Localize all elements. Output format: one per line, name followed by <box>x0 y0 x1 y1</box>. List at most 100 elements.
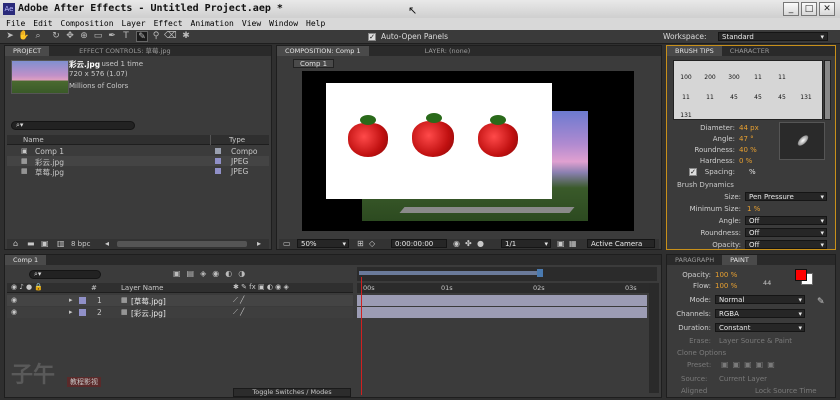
timeline-search-input[interactable]: ⌕▾ <box>29 270 101 279</box>
rotate-tool-icon[interactable]: ↻ <box>50 31 62 42</box>
layer-name[interactable]: [彩云.jpg] <box>131 308 166 319</box>
tab-effect-controls[interactable]: EFFECT CONTROLS: 草莓.jpg <box>49 46 179 56</box>
paint-flow-value[interactable]: 100 % <box>715 282 737 290</box>
camera-view-dropdown[interactable]: Active Camera <box>587 239 655 248</box>
composition-viewer[interactable] <box>302 71 634 231</box>
puppet-pin-tool-icon[interactable]: ✱ <box>180 31 192 42</box>
auto-open-panels-checkbox[interactable]: ✓ <box>368 33 376 41</box>
timeline-layer-row[interactable]: ◉ ▸ 2 ▦ [彩云.jpg] ⟋ ╱ <box>7 307 353 318</box>
brush-tip[interactable]: 300 <box>724 67 744 81</box>
brush-tip[interactable]: 100 <box>676 67 696 81</box>
video-visibility-icon[interactable]: ◉ <box>11 308 17 316</box>
grid-toggle-icon[interactable]: ⊞ <box>357 239 364 248</box>
comp-breadcrumb[interactable]: Comp 1 <box>293 59 335 68</box>
layer-switch-icons[interactable]: ⟋ ╱ <box>233 296 244 305</box>
expand-layer-icon[interactable]: ▸ <box>69 308 73 316</box>
toggle-switches-modes-button[interactable]: Toggle Switches / Modes <box>233 388 351 397</box>
tab-paragraph[interactable]: PARAGRAPH <box>667 255 722 265</box>
label-color-swatch[interactable] <box>215 148 221 154</box>
eraser-tool-icon[interactable]: ⌫ <box>164 31 177 42</box>
tab-layer[interactable]: LAYER: (none) <box>369 46 479 56</box>
resolution-dropdown[interactable]: 1/1 ▾ <box>501 239 551 248</box>
brush-tip[interactable]: 131 <box>676 105 696 119</box>
mask-visibility-icon[interactable]: ◇ <box>369 239 375 248</box>
tab-project[interactable]: PROJECT <box>5 46 50 56</box>
close-button[interactable]: ✕ <box>819 2 835 16</box>
timeline-vertical-scrollbar[interactable] <box>649 283 659 393</box>
brush-tip[interactable]: 131 <box>796 87 816 101</box>
brush-tip[interactable]: 45 <box>772 87 792 101</box>
menu-layer[interactable]: Layer <box>122 18 146 30</box>
mode-dropdown[interactable]: Normal ▾ <box>715 295 805 304</box>
dynamics-angle-dropdown[interactable]: Off ▾ <box>745 216 827 225</box>
project-item-row[interactable]: ▦ 彩云.jpg JPEG <box>7 156 269 167</box>
foreground-color-swatch[interactable] <box>795 269 807 281</box>
interpret-footage-icon[interactable]: ⌂ <box>13 239 18 248</box>
brush-tip[interactable]: 200 <box>700 67 720 81</box>
menu-edit[interactable]: Edit <box>33 18 52 30</box>
layer-label-swatch[interactable] <box>79 309 86 316</box>
maximize-button[interactable]: □ <box>801 2 817 16</box>
label-color-swatch[interactable] <box>215 168 221 174</box>
type-tool-icon[interactable]: T <box>120 31 132 42</box>
brush-tip[interactable]: 11 <box>676 87 696 101</box>
brush-tool-icon[interactable]: ✎ <box>136 31 148 42</box>
tab-timeline-comp[interactable]: Comp 1 <box>5 255 47 265</box>
project-search-input[interactable]: ⌕▾ <box>11 121 135 130</box>
project-item-row[interactable]: ▦ 草莓.jpg JPEG <box>7 166 269 177</box>
menu-animation[interactable]: Animation <box>191 18 234 30</box>
hardness-value[interactable]: 0 % <box>739 157 752 165</box>
pan-behind-tool-icon[interactable]: ⊕ <box>78 31 90 42</box>
brush-tip[interactable]: 45 <box>724 87 744 101</box>
paint-opacity-value[interactable]: 100 % <box>715 271 737 279</box>
project-item-row[interactable]: ▣ Comp 1 Compo <box>7 146 269 156</box>
clone-stamp-tool-icon[interactable]: ⚲ <box>150 31 162 42</box>
bit-depth-toggle[interactable]: 8 bpc <box>71 240 90 248</box>
timeline-switch-buttons[interactable]: ▣▤◈◉◐◑ <box>173 269 323 281</box>
current-time-indicator[interactable] <box>361 277 362 395</box>
layer-switch-icons[interactable]: ⟋ ╱ <box>233 308 244 317</box>
diameter-value[interactable]: 44 px <box>739 124 759 132</box>
work-area-end-handle[interactable] <box>537 269 543 277</box>
layer-duration-bar[interactable] <box>357 307 647 318</box>
horizontal-scrollbar[interactable] <box>117 241 247 247</box>
angle-value[interactable]: 47 ° <box>739 135 754 143</box>
work-area-bar[interactable] <box>359 271 539 275</box>
layer-name-header[interactable]: Layer Name <box>121 284 163 292</box>
column-type[interactable]: Type <box>229 136 245 144</box>
new-composition-icon[interactable]: ▣ <box>41 239 49 248</box>
scroll-right-icon[interactable]: ▸ <box>257 239 261 248</box>
tab-brush-tips[interactable]: BRUSH TIPS <box>667 46 722 56</box>
pen-tool-icon[interactable]: ✒ <box>106 31 118 42</box>
delete-icon[interactable]: ▥ <box>57 239 65 248</box>
menu-effect[interactable]: Effect <box>154 18 183 30</box>
time-ruler[interactable]: 00s 01s 02s 03s <box>357 283 657 293</box>
spacing-value[interactable]: % <box>749 168 756 176</box>
dynamics-opacity-dropdown[interactable]: Off ▾ <box>745 240 827 249</box>
snapshot-icon[interactable]: ◉ <box>453 239 460 248</box>
brush-tip[interactable]: 11 <box>748 67 768 81</box>
menu-file[interactable]: File <box>6 18 25 30</box>
minimum-size-value[interactable]: 1 % <box>747 205 760 213</box>
transparency-grid-icon[interactable]: ▦ <box>569 239 577 248</box>
tab-paint[interactable]: PAINT <box>722 255 757 265</box>
channels-dropdown[interactable]: RGBA ▾ <box>715 309 805 318</box>
column-name[interactable]: Name <box>23 136 44 144</box>
orbit-camera-tool-icon[interactable]: ✥ <box>64 31 76 42</box>
menu-window[interactable]: Window <box>269 18 298 30</box>
current-time-display[interactable]: 0:00:00:00 <box>391 239 447 248</box>
minimize-button[interactable]: _ <box>783 2 799 16</box>
zoom-tool-icon[interactable]: ⌕ <box>32 31 44 42</box>
magnification-dropdown[interactable]: 50% ▾ <box>297 239 349 248</box>
roundness-value[interactable]: 40 % <box>739 146 757 154</box>
menu-composition[interactable]: Composition <box>61 18 114 30</box>
menu-view[interactable]: View <box>242 18 261 30</box>
show-snapshot-icon[interactable]: ✤ <box>465 239 472 248</box>
region-of-interest-icon[interactable]: ▣ <box>557 239 565 248</box>
rectangle-mask-tool-icon[interactable]: ▭ <box>92 31 104 42</box>
dynamics-roundness-dropdown[interactable]: Off ▾ <box>745 228 827 237</box>
scroll-left-icon[interactable]: ◂ <box>105 239 109 248</box>
channel-icon[interactable]: ● <box>477 239 484 248</box>
expand-layer-icon[interactable]: ▸ <box>69 296 73 304</box>
menu-help[interactable]: Help <box>306 18 325 30</box>
